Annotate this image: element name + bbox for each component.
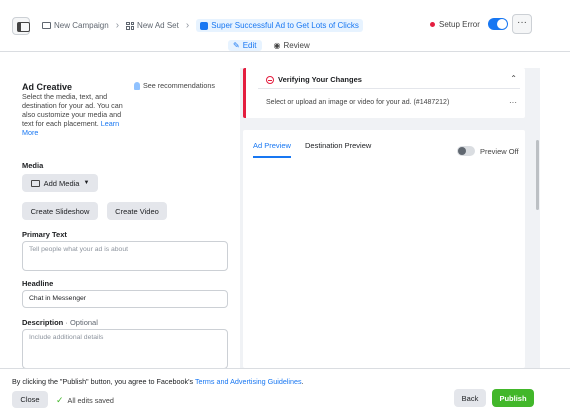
edit-mode-button[interactable]: ✎ Edit [228, 40, 262, 51]
breadcrumb-campaign-label: New Campaign [54, 21, 109, 30]
chevron-right-icon: › [185, 20, 190, 31]
primary-text-label: Primary Text [22, 230, 67, 239]
verify-changes-card: Verifying Your Changes ⌃ Select or uploa… [243, 68, 525, 118]
check-icon: ✓ [56, 395, 64, 405]
saved-label: All edits saved [67, 396, 114, 405]
more-options-button[interactable]: ··· [512, 14, 532, 34]
setup-error-label: Setup Error [439, 20, 480, 29]
error-dot-icon [430, 22, 435, 27]
description-label-text: Description [22, 318, 64, 327]
see-recommendations-label: See recommendations [143, 81, 215, 90]
optional-label: · Optional [65, 318, 98, 327]
verify-title: Verifying Your Changes [266, 75, 362, 84]
grid-icon [126, 21, 135, 30]
folder-icon [42, 22, 51, 29]
preview-toggle[interactable]: Preview Off [457, 146, 519, 156]
description-label: Description · Optional [22, 318, 98, 327]
see-recommendations-link[interactable]: See recommendations [134, 81, 215, 90]
square-icon [200, 21, 209, 30]
primary-text-input[interactable]: Tell people what your ad is about [22, 241, 228, 271]
media-label: Media [22, 161, 44, 170]
ad-toggle[interactable] [488, 18, 508, 30]
terms-suffix: . [301, 377, 304, 386]
terms-prefix: By clicking the "Publish" button, you ag… [12, 377, 195, 386]
eye-icon: ◉ [273, 41, 281, 50]
divider [258, 88, 520, 89]
headline-input[interactable]: Chat in Messenger [22, 290, 228, 308]
ad-preview-card: Ad Preview Destination Preview Preview O… [243, 130, 525, 368]
ad-creative-panel: Ad Creative See recommendations Select t… [12, 68, 236, 368]
terms-link[interactable]: Terms and Advertising Guidelines [195, 377, 302, 386]
add-media-label: Add Media [43, 178, 80, 188]
top-bar: New Campaign › New Ad Set › Super Succes… [0, 0, 570, 52]
back-button[interactable]: Back [454, 389, 486, 407]
verify-title-text: Verifying Your Changes [278, 75, 362, 84]
breadcrumb-adset[interactable]: New Ad Set [126, 21, 179, 30]
sidebar-toggle-icon[interactable] [12, 17, 30, 35]
ad-creative-title: Ad Creative [22, 82, 73, 92]
terms-text: By clicking the "Publish" button, you ag… [12, 377, 304, 386]
verify-more-button[interactable]: ··· [509, 98, 517, 107]
breadcrumb-campaign[interactable]: New Campaign [42, 21, 109, 30]
setup-error-status[interactable]: Setup Error [430, 20, 480, 29]
saved-status: ✓ All edits saved [56, 395, 114, 406]
verify-message: Select or upload an image or video for y… [266, 99, 450, 106]
ad-creative-description: Select the media, text, and destination … [22, 92, 130, 137]
breadcrumb: New Campaign › New Ad Set › Super Succes… [42, 19, 363, 32]
review-mode-button[interactable]: ◉ Review [274, 40, 310, 51]
add-media-button[interactable]: Add Media ▼ [22, 174, 98, 192]
create-video-button[interactable]: Create Video [107, 202, 167, 220]
bulb-icon [134, 81, 140, 90]
chevron-right-icon: › [115, 20, 120, 31]
breadcrumb-ad-label: Super Successful Ad to Get Lots of Click… [211, 21, 359, 30]
collapse-icon[interactable]: ⌃ [510, 74, 517, 83]
preview-toggle-switch[interactable] [457, 146, 475, 156]
breadcrumb-ad[interactable]: Super Successful Ad to Get Lots of Click… [196, 19, 363, 32]
close-button[interactable]: Close [12, 391, 48, 408]
scrollbar[interactable] [536, 140, 539, 210]
breadcrumb-adset-label: New Ad Set [137, 21, 179, 30]
footer: By clicking the "Publish" button, you ag… [0, 368, 570, 420]
caret-down-icon: ▼ [83, 180, 90, 186]
headline-label: Headline [22, 279, 54, 288]
tab-destination-preview[interactable]: Destination Preview [305, 141, 371, 150]
pencil-icon: ✎ [233, 41, 240, 50]
review-label: Review [283, 41, 310, 50]
description-input[interactable]: Include additional details [22, 329, 228, 368]
image-icon [30, 179, 40, 187]
preview-off-label: Preview Off [480, 146, 519, 156]
warning-icon [266, 75, 274, 84]
create-slideshow-button[interactable]: Create Slideshow [22, 202, 98, 220]
tab-ad-preview[interactable]: Ad Preview [253, 141, 291, 158]
mode-switch: ✎ Edit ◉ Review [228, 40, 310, 51]
publish-button[interactable]: Publish [492, 389, 534, 407]
edit-label: Edit [242, 41, 257, 50]
